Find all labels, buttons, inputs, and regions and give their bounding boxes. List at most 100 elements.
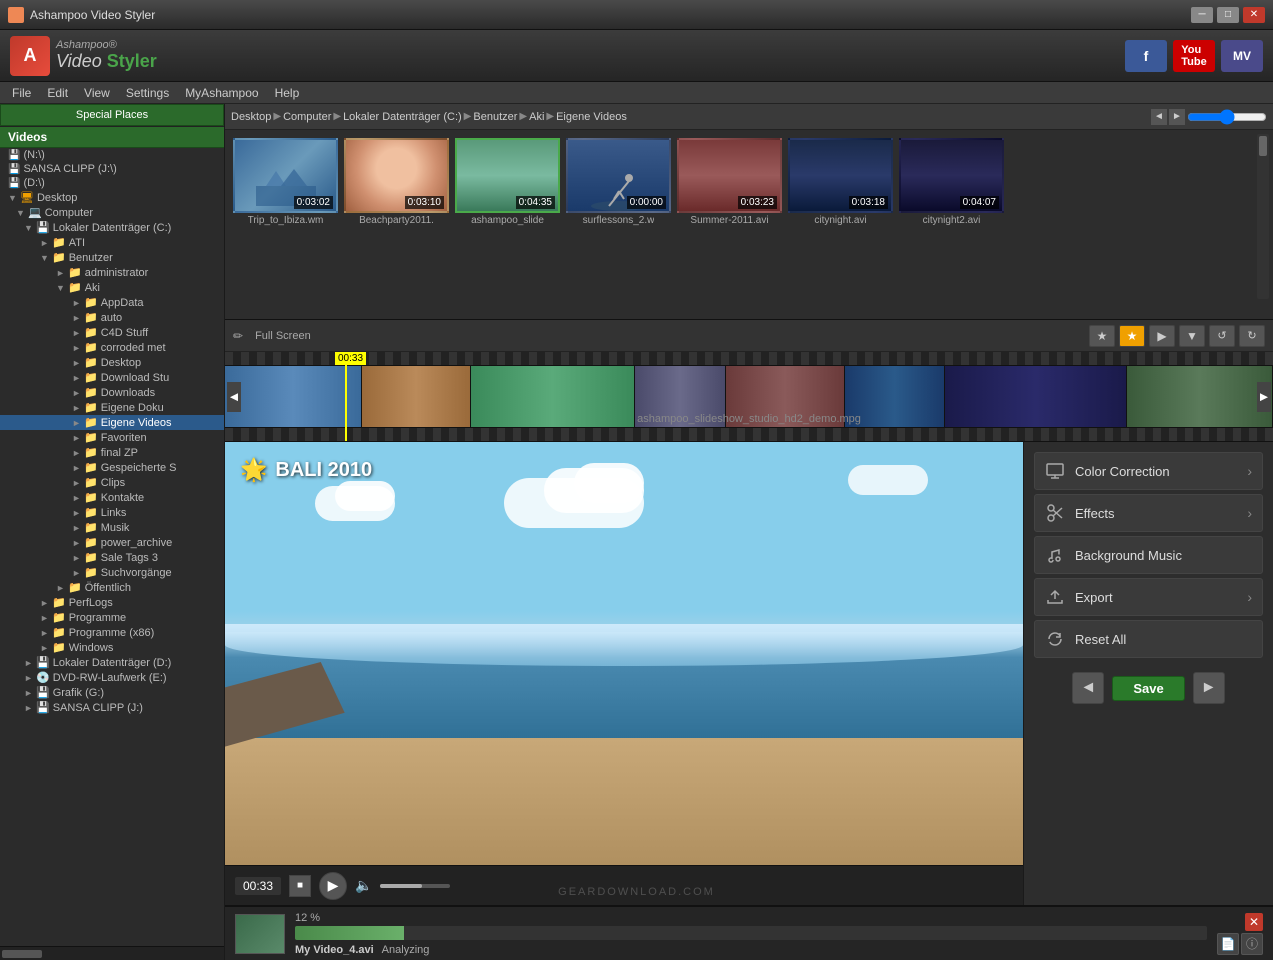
tree-eigenedoku[interactable]: ► 📁 Eigene Doku — [0, 400, 224, 415]
save-button[interactable]: Save — [1112, 676, 1184, 701]
tree-appdata[interactable]: ► 📁 AppData — [0, 295, 224, 310]
breadcrumb-desktop[interactable]: Desktop ▶ — [231, 111, 283, 123]
thumbnails-scroll-thumb[interactable] — [1259, 136, 1267, 156]
thumbnail-6[interactable]: 0:03:18 citynight.avi — [788, 138, 893, 226]
breadcrumb-zoom-slider[interactable] — [1187, 109, 1267, 125]
menu-file[interactable]: File — [4, 84, 39, 102]
menu-view[interactable]: View — [76, 84, 118, 102]
nav-prev-button[interactable]: ◄ — [1072, 672, 1104, 704]
timeline-nav-left[interactable]: ◄ — [227, 382, 241, 412]
tree-ati[interactable]: ► 📁 ATI — [0, 235, 224, 250]
tree-dvd[interactable]: ► 💿 DVD-RW-Laufwerk (E:) — [0, 670, 224, 685]
tree-downloadstu[interactable]: ► 📁 Download Stu — [0, 370, 224, 385]
menu-myashampoo[interactable]: MyAshampoo — [177, 84, 266, 102]
thumbnail-5[interactable]: 0:03:23 Summer-2011.avi — [677, 138, 782, 226]
thumbnail-3[interactable]: 0:04:35 ashampoo_slide — [455, 138, 560, 226]
tree-lokd[interactable]: ► 💾 Lokaler Datenträger (D:) — [0, 655, 224, 670]
thumbnails-scrollbar[interactable] — [1257, 134, 1269, 299]
tree-prog[interactable]: ► 📁 Programme — [0, 610, 224, 625]
tree-progx86[interactable]: ► 📁 Programme (x86) — [0, 625, 224, 640]
tree-windows[interactable]: ► 📁 Windows — [0, 640, 224, 655]
tree-computer[interactable]: ▼ 💻 Computer — [0, 205, 224, 220]
close-button[interactable]: ✕ — [1243, 7, 1265, 23]
breadcrumb-computer[interactable]: Computer ▶ — [283, 111, 343, 123]
drive-sansa[interactable]: 💾 SANSA CLIPP (J:\) — [0, 162, 224, 176]
nav-next-button[interactable]: ► — [1193, 672, 1225, 704]
fullscreen-button[interactable]: Full Screen — [255, 330, 311, 342]
effects-button[interactable]: Effects › — [1034, 494, 1263, 532]
breadcrumb-lc[interactable]: Lokaler Datenträger (C:) ▶ — [343, 111, 473, 123]
tree-auto[interactable]: ► 📁 auto — [0, 310, 224, 325]
breadcrumb-aki[interactable]: Aki ▶ — [529, 111, 556, 123]
thumbnail-1[interactable]: 0:03:02 Trip_to_Ibiza.wm — [233, 138, 338, 226]
timeline-clip-2[interactable] — [362, 366, 471, 427]
timeline-clip-7[interactable] — [945, 366, 1127, 427]
volume-slider[interactable] — [380, 884, 450, 888]
thumbnail-7[interactable]: 0:04:07 citynight2.avi — [899, 138, 1004, 226]
facebook-button[interactable]: f — [1125, 40, 1167, 72]
mv-button[interactable]: MV — [1221, 40, 1263, 72]
special-places-tab[interactable]: Special Places — [0, 104, 224, 126]
drive-n[interactable]: 💾 (N:\) — [0, 148, 224, 162]
thumbnail-4[interactable]: 0:00:00 surflessons_2.w — [566, 138, 671, 226]
hscroll-thumb[interactable] — [2, 950, 42, 958]
rotate-left-button[interactable]: ↺ — [1209, 325, 1235, 347]
tree-eigenevid[interactable]: ► 📁 Eigene Videos — [0, 415, 224, 430]
export-button[interactable]: Export › — [1034, 578, 1263, 616]
status-close-button[interactable]: ✕ — [1245, 913, 1263, 931]
status-info-button[interactable]: ⓘ — [1241, 933, 1263, 955]
play-timeline-button[interactable]: ▶ — [1149, 325, 1175, 347]
tree-benutzer[interactable]: ▼ 📁 Benutzer — [0, 250, 224, 265]
tree-such[interactable]: ► 📁 Suchvorgänge — [0, 565, 224, 580]
background-music-button[interactable]: Background Music — [1034, 536, 1263, 574]
stop-button[interactable]: ■ — [289, 875, 311, 897]
breadcrumb-eigene[interactable]: Eigene Videos — [556, 111, 627, 123]
breadcrumb-prev[interactable]: ◄ — [1151, 109, 1167, 125]
tree-aki[interactable]: ▼ 📁 Aki — [0, 280, 224, 295]
minimize-button[interactable]: ─ — [1191, 7, 1213, 23]
reset-all-button[interactable]: Reset All — [1034, 620, 1263, 658]
tree-kontakte[interactable]: ► 📁 Kontakte — [0, 490, 224, 505]
menu-settings[interactable]: Settings — [118, 84, 177, 102]
mute-button[interactable]: 🔈 — [355, 877, 372, 894]
tree-view[interactable]: 💾 (N:\) 💾 SANSA CLIPP (J:\) 💾 (D:\) ▼ 🖥 … — [0, 148, 224, 946]
color-correction-button[interactable]: Color Correction › — [1034, 452, 1263, 490]
drive-d[interactable]: 💾 (D:\) — [0, 176, 224, 190]
timeline-clip-8[interactable] — [1127, 366, 1273, 427]
play-button[interactable]: ▶ — [319, 872, 347, 900]
tree-admin[interactable]: ► 📁 administrator — [0, 265, 224, 280]
tree-desktop2[interactable]: ► 📁 Desktop — [0, 355, 224, 370]
timeline-nav-right[interactable]: ► — [1257, 382, 1271, 412]
tree-grafik[interactable]: ► 💾 Grafik (G:) — [0, 685, 224, 700]
star-filled-button[interactable]: ★ — [1119, 325, 1145, 347]
thumbnail-2[interactable]: 0:03:10 Beachparty2011. — [344, 138, 449, 226]
tree-desktop[interactable]: ▼ 🖥 Desktop — [0, 190, 224, 205]
breadcrumb-benutzer[interactable]: Benutzer ▶ — [473, 111, 529, 123]
sidebar-hscroll[interactable] — [0, 946, 224, 960]
tree-lc[interactable]: ▼ 💾 Lokaler Datenträger (C:) — [0, 220, 224, 235]
tree-c4d[interactable]: ► 📁 C4D Stuff — [0, 325, 224, 340]
tree-saletags[interactable]: ► 📁 Sale Tags 3 — [0, 550, 224, 565]
breadcrumb-next[interactable]: ► — [1169, 109, 1185, 125]
star-button[interactable]: ★ — [1089, 325, 1115, 347]
rotate-right-button[interactable]: ↻ — [1239, 325, 1265, 347]
tree-clips[interactable]: ► 📁 Clips — [0, 475, 224, 490]
tree-perflogs[interactable]: ► 📁 PerfLogs — [0, 595, 224, 610]
tree-musik[interactable]: ► 📁 Musik — [0, 520, 224, 535]
down-button[interactable]: ▼ — [1179, 325, 1205, 347]
tree-finalzp[interactable]: ► 📁 final ZP — [0, 445, 224, 460]
timeline-clip-1[interactable] — [225, 366, 362, 427]
tree-links[interactable]: ► 📁 Links — [0, 505, 224, 520]
timeline-clip-3[interactable] — [471, 366, 635, 427]
status-file-button[interactable]: 📄 — [1217, 933, 1239, 955]
menu-edit[interactable]: Edit — [39, 84, 76, 102]
tree-gespeicherte[interactable]: ► 📁 Gespeicherte S — [0, 460, 224, 475]
youtube-button[interactable]: YouTube — [1173, 40, 1215, 72]
tree-corroded[interactable]: ► 📁 corroded met — [0, 340, 224, 355]
tree-offentlich[interactable]: ► 📁 Öffentlich — [0, 580, 224, 595]
maximize-button[interactable]: □ — [1217, 7, 1239, 23]
tree-sansaj[interactable]: ► 💾 SANSA CLIPP (J:) — [0, 700, 224, 715]
menu-help[interactable]: Help — [267, 84, 308, 102]
tree-power[interactable]: ► 📁 power_archive — [0, 535, 224, 550]
tree-downloads[interactable]: ► 📁 Downloads — [0, 385, 224, 400]
